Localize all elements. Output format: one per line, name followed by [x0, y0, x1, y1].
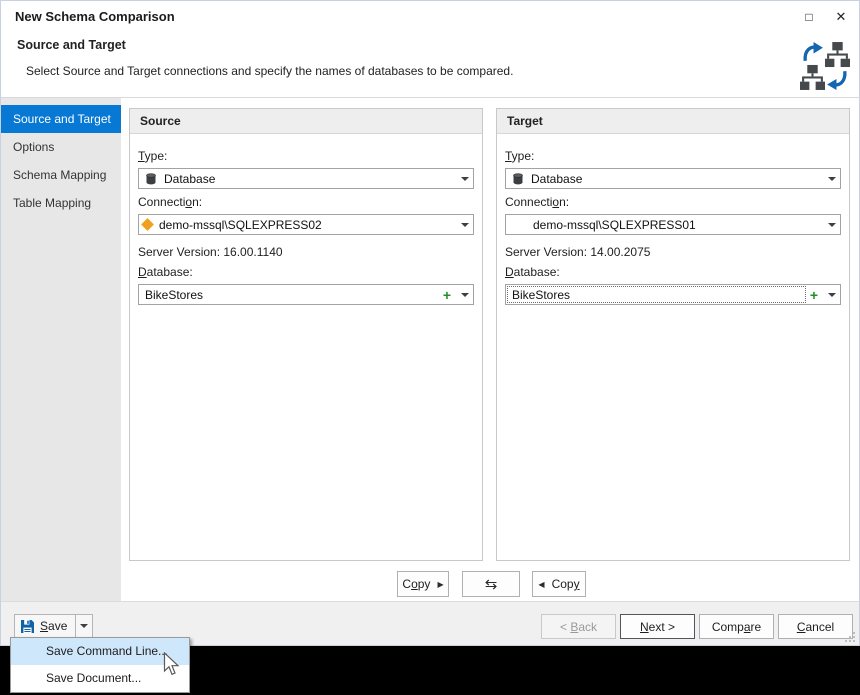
arrow-right-icon: ▶ — [437, 580, 443, 589]
swap-icon: ⇆ — [485, 575, 498, 593]
cancel-button[interactable]: Cancel — [778, 614, 853, 639]
maximize-button[interactable]: □ — [797, 5, 821, 29]
save-split-button[interactable]: Save — [14, 614, 93, 638]
sidebar-item-source-and-target[interactable]: Source and Target — [1, 105, 121, 133]
header-divider — [1, 97, 859, 98]
source-database-value: BikeStores — [145, 288, 203, 302]
source-database-combobox[interactable]: BikeStores + — [138, 284, 474, 305]
source-database-label: Database: — [138, 265, 474, 279]
target-type-value: Database — [531, 172, 582, 186]
source-server-version: Server Version: 16.00.1140 — [138, 245, 474, 259]
swap-source-target-button[interactable]: ⇆ — [462, 571, 520, 597]
dropdown-arrow-icon[interactable] — [456, 169, 473, 188]
dropdown-arrow-icon[interactable] — [823, 215, 840, 234]
target-connection-value: demo-mssql\SQLEXPRESS01 — [533, 218, 696, 232]
add-database-icon[interactable]: + — [440, 285, 454, 304]
source-connection-dropdown[interactable]: demo-mssql\SQLEXPRESS02 — [138, 214, 474, 235]
connection-diamond-icon — [141, 218, 154, 231]
target-connection-label: Connection: — [505, 195, 841, 209]
source-panel-title: Source — [130, 109, 482, 134]
source-connection-label: Connection: — [138, 195, 474, 209]
page-title: Source and Target — [17, 38, 126, 52]
copy-source-to-target-button[interactable]: Copy ▶ — [397, 571, 449, 597]
compare-button[interactable]: Compare — [699, 614, 774, 639]
target-panel-title: Target — [497, 109, 849, 134]
dropdown-arrow-icon[interactable] — [823, 169, 840, 188]
resize-grip[interactable] — [843, 630, 855, 642]
add-database-icon[interactable]: + — [807, 285, 821, 304]
save-label: Save — [40, 619, 67, 633]
target-panel: Target Type: Database Connection: demo-m… — [496, 108, 850, 561]
target-connection-dropdown[interactable]: demo-mssql\SQLEXPRESS01 — [505, 214, 841, 235]
target-database-combobox[interactable]: BikeStores + — [505, 284, 841, 305]
source-connection-value: demo-mssql\SQLEXPRESS02 — [159, 218, 322, 232]
target-type-label: Type: — [505, 149, 841, 163]
schema-comparison-icon — [800, 41, 850, 91]
arrow-left-icon: ◀ — [538, 580, 544, 589]
target-server-version: Server Version: 14.00.2075 — [505, 245, 841, 259]
copy-target-to-source-button[interactable]: ◀ Copy — [532, 571, 586, 597]
source-type-label: Type: — [138, 149, 474, 163]
dropdown-arrow-icon[interactable] — [456, 285, 473, 304]
target-type-dropdown[interactable]: Database — [505, 168, 841, 189]
save-button[interactable]: Save — [14, 614, 76, 638]
screenshot-stage: New Schema Comparison □ ✕ Source and Tar… — [0, 0, 860, 695]
focus-rectangle — [507, 286, 806, 303]
copy-label: Copy — [552, 577, 580, 591]
back-button[interactable]: < Back — [541, 614, 616, 639]
dropdown-arrow-icon[interactable] — [823, 285, 840, 304]
sidebar-item-table-mapping[interactable]: Table Mapping — [1, 189, 121, 217]
source-panel: Source Type: Database Connection: — [129, 108, 483, 561]
save-floppy-icon — [21, 620, 34, 633]
wizard-steps-sidebar: Source and Target Options Schema Mapping… — [1, 98, 121, 601]
mouse-cursor — [163, 652, 180, 677]
database-icon — [512, 173, 524, 185]
dropdown-arrow-icon[interactable] — [456, 215, 473, 234]
source-type-dropdown[interactable]: Database — [138, 168, 474, 189]
target-database-label: Database: — [505, 265, 841, 279]
window-title: New Schema Comparison — [15, 9, 175, 24]
page-description: Select Source and Target connections and… — [26, 64, 513, 78]
source-type-value: Database — [164, 172, 215, 186]
close-button[interactable]: ✕ — [829, 5, 853, 29]
copy-label: Copy — [402, 577, 430, 591]
sidebar-item-options[interactable]: Options — [1, 133, 121, 161]
database-icon — [145, 173, 157, 185]
sidebar-item-schema-mapping[interactable]: Schema Mapping — [1, 161, 121, 189]
next-button[interactable]: Next > — [620, 614, 695, 639]
new-schema-comparison-dialog: New Schema Comparison □ ✕ Source and Tar… — [0, 0, 860, 646]
save-dropdown-arrow[interactable] — [76, 614, 93, 638]
